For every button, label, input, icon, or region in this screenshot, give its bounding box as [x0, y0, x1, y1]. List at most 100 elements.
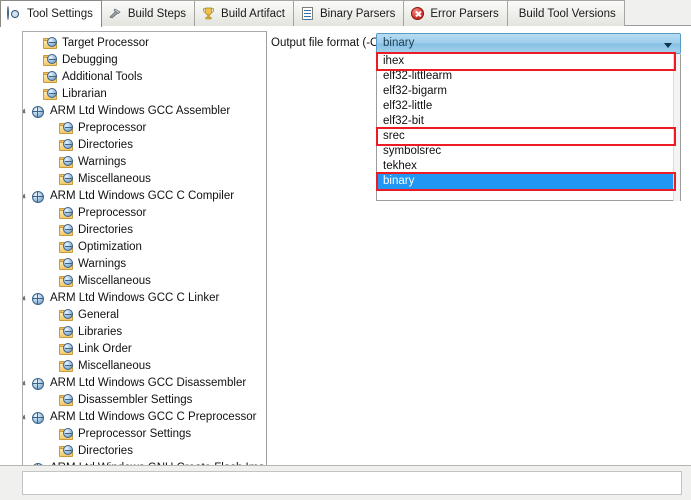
tab-tool-settings[interactable]: Tool Settings: [0, 0, 102, 27]
folder-globe-icon: [59, 206, 75, 221]
tree-item-label: Debugging: [62, 54, 118, 66]
settings-tree: Target Processor Debugging Additional Tool…: [23, 35, 266, 485]
tree-item-label: General: [78, 309, 119, 321]
dropdown-option[interactable]: elf32-bit: [377, 114, 674, 129]
tree-item-label: Miscellaneous: [78, 173, 151, 185]
dropdown-option[interactable]: elf32-littlearm: [377, 69, 674, 84]
tree-item[interactable]: Additional Tools: [23, 69, 266, 86]
tree-item-label: Librarian: [62, 88, 107, 100]
tree-item[interactable]: Miscellaneous: [23, 358, 266, 375]
output-file-format-label: Output file format (-O): [271, 37, 383, 49]
tree-item-label: Directories: [78, 224, 133, 236]
tree-item-label: Disassembler Settings: [78, 394, 193, 406]
tree-item[interactable]: Disassembler Settings: [23, 392, 266, 409]
combobox-value: binary: [383, 37, 415, 49]
tab-bar: Tool Settings Build Steps Build Artifact…: [0, 0, 691, 27]
bottom-strip: [0, 465, 691, 500]
dropdown-option[interactable]: binary: [377, 174, 674, 189]
tree-item[interactable]: Debugging: [23, 52, 266, 69]
folder-globe-icon: [59, 359, 75, 374]
dropdown-scrollbar[interactable]: [673, 54, 680, 201]
tree-item-label: Preprocessor: [78, 122, 147, 134]
tree-item[interactable]: Link Order: [23, 341, 266, 358]
tree-item-label: Directories: [78, 139, 133, 151]
tree-item[interactable]: ARM Ltd Windows GCC C Preprocessor: [23, 409, 266, 426]
tree-item-label: ARM Ltd Windows GCC C Linker: [50, 292, 220, 304]
tree-item[interactable]: ARM Ltd Windows GCC Assembler: [23, 103, 266, 120]
folder-globe-icon: [59, 427, 75, 442]
dropdown-option[interactable]: tekhex: [377, 159, 674, 174]
settings-tree-panel[interactable]: Target Processor Debugging Additional Tool…: [22, 31, 267, 486]
tab-label: Error Parsers: [430, 7, 499, 20]
folder-globe-icon: [43, 53, 59, 68]
chevron-down-icon[interactable]: [664, 43, 672, 48]
left-rail: [0, 26, 8, 465]
folder-globe-icon: [59, 444, 75, 459]
tree-item[interactable]: Target Processor: [23, 35, 266, 52]
tree-item[interactable]: Directories: [23, 222, 266, 239]
folder-globe-icon: [43, 36, 59, 51]
tree-item[interactable]: Optimization: [23, 239, 266, 256]
folder-globe-icon: [59, 138, 75, 153]
tab-build-steps[interactable]: Build Steps: [101, 0, 196, 26]
tree-item[interactable]: Preprocessor: [23, 205, 266, 222]
dropdown-option[interactable]: ihex: [377, 54, 674, 69]
tab-label: Tool Settings: [27, 8, 93, 20]
expander-arrow-icon[interactable]: [23, 193, 28, 201]
folder-globe-icon: [43, 87, 59, 102]
dropdown-option[interactable]: symbolsrec: [377, 144, 674, 159]
tree-item[interactable]: ARM Ltd Windows GCC C Linker: [23, 290, 266, 307]
folder-globe-icon: [59, 223, 75, 238]
binary-document-icon: [300, 6, 315, 21]
tree-item[interactable]: Warnings: [23, 256, 266, 273]
tab-build-tool-versions[interactable]: Build Tool Versions: [507, 0, 625, 26]
folder-globe-icon: [43, 70, 59, 85]
expander-arrow-icon[interactable]: [23, 295, 28, 303]
trophy-icon: [201, 6, 216, 21]
tree-item-label: Preprocessor: [78, 207, 147, 219]
tree-item[interactable]: Preprocessor Settings: [23, 426, 266, 443]
output-file-format-combobox[interactable]: binary: [376, 33, 681, 54]
tree-item-label: Additional Tools: [62, 71, 143, 83]
tree-item[interactable]: General: [23, 307, 266, 324]
tree-item[interactable]: Libraries: [23, 324, 266, 341]
tree-item[interactable]: Directories: [23, 443, 266, 460]
tool-globe-icon: [31, 105, 47, 119]
tab-binary-parsers[interactable]: Binary Parsers: [293, 0, 405, 26]
bottom-strip-inner: [22, 471, 682, 495]
tree-item[interactable]: Preprocessor: [23, 120, 266, 137]
tab-build-artifact[interactable]: Build Artifact: [195, 0, 294, 26]
tree-item[interactable]: Miscellaneous: [23, 273, 266, 290]
dropdown-option[interactable]: elf32-bigarm: [377, 84, 674, 99]
folder-globe-icon: [59, 121, 75, 136]
folder-globe-icon: [59, 274, 75, 289]
tool-globe-icon: [31, 411, 47, 425]
tab-error-parsers[interactable]: Error Parsers: [404, 0, 508, 26]
tree-item[interactable]: Directories: [23, 137, 266, 154]
hammer-icon: [108, 6, 123, 21]
tree-item[interactable]: ARM Ltd Windows GCC Disassembler: [23, 375, 266, 392]
tree-item[interactable]: Miscellaneous: [23, 171, 266, 188]
folder-globe-icon: [59, 155, 75, 170]
tree-item[interactable]: ARM Ltd Windows GCC C Compiler: [23, 188, 266, 205]
tree-item-label: ARM Ltd Windows GCC C Compiler: [50, 190, 235, 202]
tree-item-label: Target Processor: [62, 37, 149, 49]
tree-item[interactable]: Librarian: [23, 86, 266, 103]
output-file-format-dropdown-list[interactable]: ihex elf32-littlearm elf32-bigarm elf32-lit…: [376, 52, 681, 201]
settings-detail-pane: Output file format (-O) binary ihex elf32…: [268, 26, 691, 500]
dropdown-option[interactable]: srec: [377, 129, 674, 144]
folder-globe-icon: [59, 172, 75, 187]
tab-label: Binary Parsers: [319, 7, 396, 20]
dropdown-option[interactable]: elf32-little: [377, 99, 674, 114]
tree-item-label: Warnings: [78, 156, 127, 168]
tab-label: Build Steps: [127, 7, 187, 20]
expander-arrow-icon[interactable]: [23, 380, 28, 388]
tree-item-label: Preprocessor Settings: [78, 428, 192, 440]
expander-arrow-icon[interactable]: [23, 414, 28, 422]
folder-globe-icon: [59, 257, 75, 272]
tree-item[interactable]: Warnings: [23, 154, 266, 171]
tree-item-label: Libraries: [78, 326, 123, 338]
tool-settings-icon: [7, 5, 22, 22]
tree-item-label: Miscellaneous: [78, 360, 151, 372]
expander-arrow-icon[interactable]: [23, 108, 28, 116]
